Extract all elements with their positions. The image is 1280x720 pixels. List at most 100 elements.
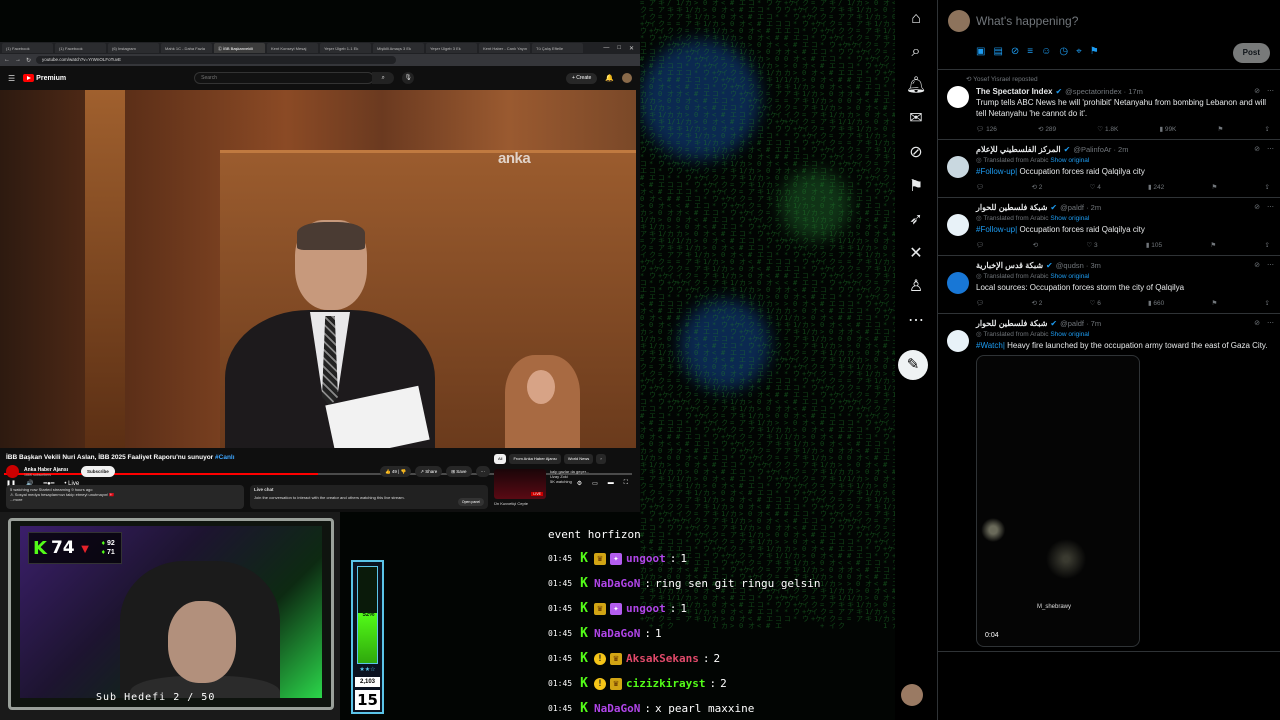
search-input[interactable]: Search	[194, 72, 375, 84]
notifications-icon[interactable]: 🔔︎	[901, 71, 931, 101]
tweet-avatar[interactable]	[947, 330, 969, 352]
grok-icon[interactable]: ⊘	[1011, 46, 1019, 57]
menu-icon[interactable]: ☰	[8, 74, 15, 83]
tweet-author[interactable]: شبكة فلسطين للحوار	[976, 318, 1047, 329]
microphone-icon[interactable]: 🎙	[402, 72, 415, 84]
browser-tab[interactable]: Kent Konseyi Mesaj	[267, 43, 318, 53]
bookmarks-icon[interactable]: ⚑	[901, 172, 931, 202]
chat-username[interactable]: cizizkirayst	[626, 677, 705, 690]
location-icon[interactable]: ⌖	[1076, 46, 1082, 57]
x-premium-icon[interactable]: ✕	[901, 239, 931, 269]
more-icon[interactable]: ⋯	[1267, 260, 1274, 271]
more-icon[interactable]: ⋯	[1267, 202, 1274, 213]
channel-name[interactable]: Anka Haber Ajansı	[24, 467, 68, 473]
compose-input[interactable]: What's happening?	[976, 14, 1078, 28]
chips-next-icon[interactable]: ›	[596, 454, 606, 464]
browser-tab[interactable]: (1) Facebook	[2, 43, 53, 53]
account-avatar[interactable]	[901, 684, 923, 706]
forward-icon[interactable]: →	[15, 57, 21, 63]
bookmark-icon[interactable]: ⚑	[1218, 124, 1224, 135]
tweet-handle[interactable]: @paldf · 7m	[1060, 318, 1101, 329]
url-field[interactable]: youtube.com/watch?v=YrWnOLFoTuvE	[36, 56, 397, 64]
jobs-icon[interactable]: ➶	[901, 205, 931, 235]
tweet-hashtag[interactable]: #Follow-up|	[976, 167, 1017, 176]
views-button[interactable]: ▮ 99K	[1159, 124, 1176, 135]
browser-tab[interactable]: Kent Haber - Canlı Yayın	[479, 43, 530, 53]
more-icon[interactable]: ⋯	[1267, 144, 1274, 155]
compose-post-button[interactable]: ✎	[898, 350, 928, 380]
repost-button[interactable]: ⟲ 289	[1038, 124, 1056, 135]
chat-username[interactable]: ungoot	[626, 552, 666, 565]
create-button[interactable]: + Create	[565, 72, 598, 84]
show-original-link[interactable]: Show original	[1050, 157, 1089, 164]
post-button[interactable]: Post	[1232, 43, 1270, 63]
tweet-author[interactable]: شبكة فلسطين للحوار	[976, 202, 1047, 213]
related-video-item[interactable]: LIVE kalp gazlar da geçer... Uzay Zoki 5…	[494, 469, 638, 499]
bookmark-icon[interactable]: ⚑	[1211, 298, 1217, 309]
maximize-button[interactable]: □	[617, 45, 621, 52]
bookmark-icon[interactable]: ⚑	[1210, 240, 1216, 251]
tweet[interactable]: شبكة فلسطين للحوار ✔ @paldf · 2m ⊘ ⋯ ◎ T…	[938, 198, 1280, 256]
reply-button[interactable]: 💬︎	[976, 182, 984, 193]
tweet-avatar[interactable]	[947, 156, 969, 178]
tweet[interactable]: المركز الفلسطيني للإعلام ✔ @PalinfoAr · …	[938, 140, 1280, 198]
back-icon[interactable]: ←	[4, 57, 10, 63]
messages-icon[interactable]: ✉	[901, 104, 931, 134]
subscribe-button[interactable]: Subscribe	[81, 466, 115, 477]
tweet-author[interactable]: المركز الفلسطيني للإعلام	[976, 144, 1061, 155]
more-icon[interactable]: ⋯	[1267, 318, 1274, 329]
like-button[interactable]: 👍 49 | 👎	[380, 466, 412, 477]
minimize-button[interactable]: —	[603, 45, 609, 52]
browser-tab[interactable]: Yeşer Ülgeb 1-1 Ek	[320, 43, 371, 53]
close-button[interactable]: ✕	[629, 45, 634, 52]
repost-button[interactable]: ⟲ 2	[1031, 298, 1042, 309]
related-video-next[interactable]: Ün Kuvvetiçi Cepte	[494, 501, 638, 506]
avatar[interactable]	[622, 73, 632, 83]
tweet-video[interactable]: M_shebrawy 0:04	[976, 355, 1140, 647]
channel-avatar[interactable]	[6, 465, 19, 478]
poll-icon[interactable]: ≡	[1027, 46, 1033, 57]
tweet-handle[interactable]: @PalinfoAr · 2m	[1073, 144, 1128, 155]
grok-icon[interactable]: ⊘	[901, 138, 931, 168]
grok-icon[interactable]: ⊘	[1254, 86, 1260, 97]
tweet-author[interactable]: The Spectator Index	[976, 86, 1052, 97]
youtube-logo[interactable]: Premium	[23, 74, 66, 82]
views-button[interactable]: ▮ 242	[1148, 182, 1164, 193]
tweet[interactable]: شبكة قدس الإخبارية ✔ @qudsn · 3m ⊘ ⋯ ◎ T…	[938, 256, 1280, 314]
tweet[interactable]: شبكة فلسطين للحوار ✔ @paldf · 7m ⊘ ⋯ ◎ T…	[938, 314, 1280, 652]
bell-icon[interactable]: 🔔	[605, 74, 614, 82]
share-icon[interactable]: ⇪	[1264, 124, 1269, 135]
like-button[interactable]: ♡ 4	[1090, 182, 1101, 193]
views-button[interactable]: ▮ 660	[1148, 298, 1164, 309]
image-icon[interactable]: ▣	[976, 46, 985, 57]
show-original-link[interactable]: Show original	[1050, 215, 1089, 222]
description-box[interactable]: 5 watching now Started streaming 9 hours…	[6, 485, 244, 509]
browser-tab[interactable]: (1) Facebook	[55, 43, 106, 53]
views-button[interactable]: ▮ 105	[1146, 240, 1162, 251]
grok-icon[interactable]: ⊘	[1254, 144, 1260, 155]
video-title-hashtag[interactable]: #Canlı	[215, 454, 235, 461]
chat-username[interactable]: ungoot	[626, 602, 666, 615]
grok-icon[interactable]: ⊘	[1254, 260, 1260, 271]
tweet-hashtag[interactable]: #Watch|	[976, 341, 1005, 350]
browser-tab[interactable]: Mahk 1C - Daha Fazla	[161, 43, 212, 53]
avatar[interactable]	[948, 10, 970, 32]
profile-icon[interactable]: ♙	[901, 272, 931, 302]
chip-from-channel[interactable]: From Anka Haber Ajansı	[509, 454, 561, 464]
search-icon[interactable]: ⌕	[372, 72, 395, 84]
show-original-link[interactable]: Show original	[1050, 273, 1089, 280]
tweet-handle[interactable]: @qudsn · 3m	[1056, 260, 1101, 271]
grok-icon[interactable]: ⊘	[1254, 202, 1260, 213]
browser-tab[interactable]: (6) Instagram	[108, 43, 159, 53]
repost-button[interactable]: ⟲	[1033, 240, 1038, 251]
more-actions-button[interactable]: ⋯	[475, 466, 490, 477]
share-icon[interactable]: ⇪	[1265, 240, 1270, 251]
tweet[interactable]: ⟲ Yosef Yisrael reposted The Spectator I…	[938, 70, 1280, 140]
tweet-handle[interactable]: @paldf · 2m	[1060, 202, 1101, 213]
flag-icon[interactable]: ⚑	[1090, 46, 1099, 57]
video-player[interactable]: anka	[0, 90, 636, 448]
chat-username[interactable]: NaDaGoN	[594, 702, 640, 715]
open-panel-button[interactable]: Open panel	[457, 498, 484, 506]
show-original-link[interactable]: Show original	[1050, 331, 1089, 338]
emoji-icon[interactable]: ☺	[1041, 46, 1051, 57]
